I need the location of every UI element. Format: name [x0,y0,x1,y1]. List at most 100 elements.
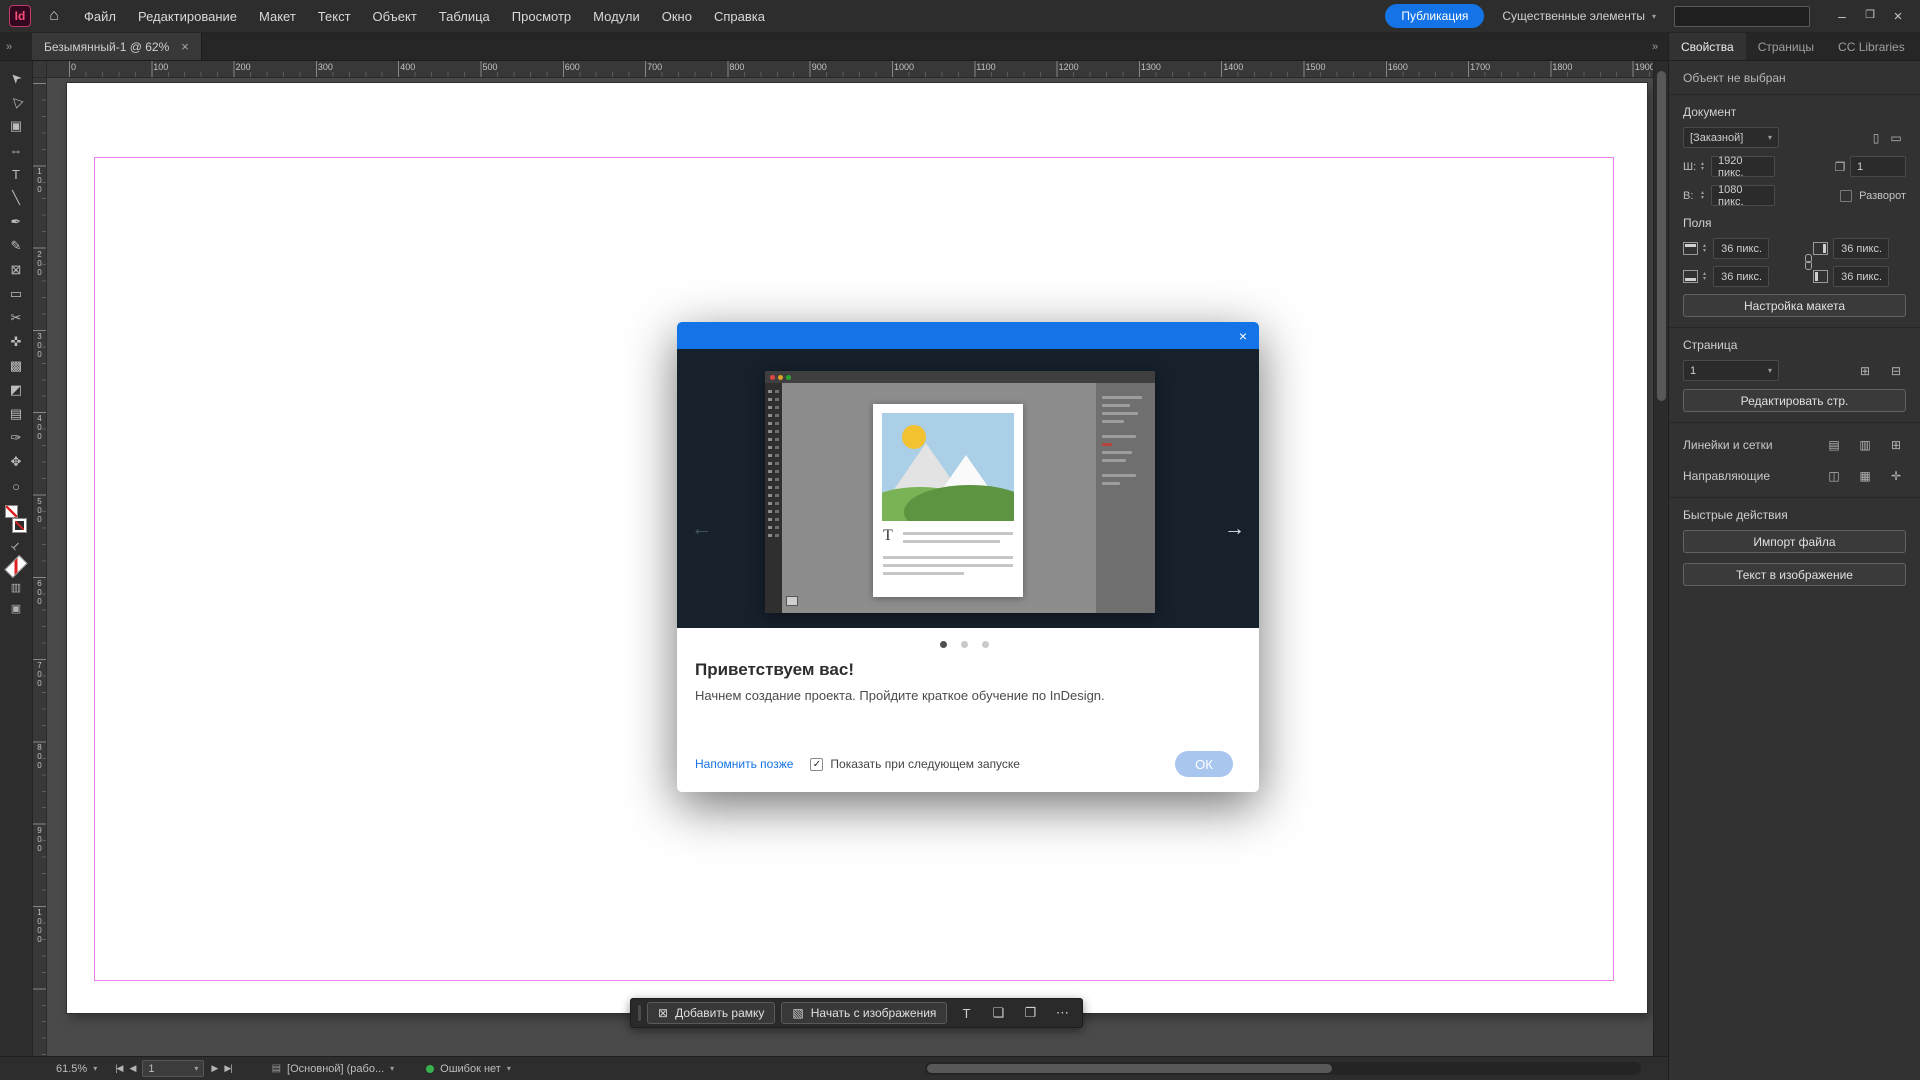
add-text-icon[interactable]: T [953,1002,979,1024]
page-count-field[interactable]: 1 [1850,156,1906,177]
apply-none-icon[interactable] [4,555,27,578]
document-tab[interactable]: Безымянный-1 @ 62% × [32,33,202,60]
landscape-orientation-icon[interactable]: ▭ [1886,128,1906,147]
page-number-field[interactable]: 1 ▾ [142,1060,204,1077]
height-spinner[interactable]: ▴ ▾ 1080 пикс. [1701,185,1775,206]
vertical-ruler[interactable]: 1002003004005006007008009001000 [33,78,47,1056]
carousel-dot-1[interactable] [961,641,968,648]
snap-guides-icon[interactable]: ✛ [1886,466,1906,485]
panel-tab-cc-libraries[interactable]: CC Libraries [1826,33,1917,60]
baseline-grid-icon[interactable]: ▥ [1855,435,1875,454]
close-window-icon[interactable]: × [1884,8,1912,25]
more-options-icon[interactable]: ⋯ [1049,1002,1075,1024]
margin-left-field[interactable]: 36 пикс. [1833,266,1889,287]
screen-mode-icon[interactable]: ▣ [4,598,28,619]
margin-top-field[interactable]: 36 пикс. [1713,238,1769,259]
menu-item-4[interactable]: Объект [362,0,428,33]
panel-tab-страницы[interactable]: Страницы [1746,33,1826,60]
maximize-icon[interactable]: ❒ [1856,8,1884,25]
portrait-orientation-icon[interactable]: ▯ [1866,128,1886,147]
expand-right-panel-icon[interactable]: » [1646,33,1664,60]
layout-settings-button[interactable]: Настройка макета [1683,294,1906,317]
fill-swatch-icon[interactable] [5,505,18,518]
line-tool[interactable]: ╲ [4,186,28,210]
expand-left-panel-icon[interactable]: » [0,33,18,60]
menu-item-0[interactable]: Файл [73,0,127,33]
dialog-titlebar[interactable]: × [677,322,1259,349]
spinner-arrows-icon[interactable]: ▴ ▾ [1701,191,1709,201]
carousel-dot-0[interactable] [940,641,947,648]
remind-later-link[interactable]: Напомнить позже [695,757,793,771]
spin-down-icon[interactable]: ▾ [1701,196,1709,201]
prev-page-button[interactable]: ◀ [129,1063,135,1074]
indesign-logo-icon[interactable]: Id [9,5,31,27]
last-page-button[interactable]: ▶| [224,1063,231,1074]
preview-mode-icon[interactable]: ▥ [4,577,28,598]
height-field[interactable]: 1080 пикс. [1711,185,1775,206]
spin-down-icon[interactable]: ▾ [1701,167,1709,172]
scissors-tool[interactable]: ✂ [4,306,28,330]
margin-bottom-field[interactable]: 36 пикс. [1713,266,1769,287]
pencil-tool[interactable]: ✎ [4,234,28,258]
panel-tab-свойства[interactable]: Свойства [1669,33,1746,60]
carousel-prev-icon[interactable]: ← [691,517,712,541]
show-on-startup-option[interactable]: ✓ Показать при следующем запуске [810,757,1020,771]
vertical-scrollbar-thumb[interactable] [1657,71,1666,401]
zoom-tool[interactable]: ○ [4,474,28,498]
page-icon[interactable]: ❏ [985,1002,1011,1024]
spinner-arrows-icon[interactable]: ▴ ▾ [1703,272,1711,282]
smart-guides-icon[interactable]: ▦ [1855,466,1875,485]
start-with-image-button[interactable]: ▧ Начать с изображения [781,1002,947,1024]
document-preset-dropdown[interactable]: [Заказной] ▾ [1683,127,1779,148]
menu-item-8[interactable]: Окно [651,0,703,33]
first-page-button[interactable]: |◀ [115,1063,122,1074]
minimize-icon[interactable]: – [1828,8,1856,25]
preflight-profile-menu[interactable]: ▤ [Основной] (рабо... ▾ [272,1063,395,1075]
rectangle-frame-tool[interactable]: ⊠ [4,258,28,282]
workspace-switcher[interactable]: Существенные элементы ▾ [1502,9,1656,23]
eyedropper-tool[interactable]: ✑ [4,426,28,450]
hand-tool[interactable]: ✥ [4,450,28,474]
text-to-image-button[interactable]: Текст в изображение [1683,563,1906,586]
margin-bottom-spinner[interactable]: ▴ ▾ 36 пикс. [1703,266,1769,287]
rectangle-tool[interactable]: ▭ [4,282,28,306]
vertical-scrollbar[interactable] [1653,61,1668,1056]
checkbox-checked-icon[interactable]: ✓ [810,758,823,771]
menu-item-7[interactable]: Модули [582,0,651,33]
menu-item-3[interactable]: Текст [307,0,362,33]
type-tool[interactable]: T [4,162,28,186]
pen-tool[interactable]: ✒ [4,210,28,234]
menu-item-5[interactable]: Таблица [428,0,501,33]
menu-item-2[interactable]: Макет [248,0,307,33]
drag-handle-icon[interactable] [638,1005,641,1021]
note-tool[interactable]: ▤ [4,402,28,426]
import-file-button[interactable]: Импорт файла [1683,530,1906,553]
publish-button[interactable]: Публикация [1385,4,1484,28]
margin-right-field[interactable]: 36 пикс. [1833,238,1889,259]
horizontal-scrollbar-thumb[interactable] [927,1064,1332,1073]
ok-button[interactable]: ОК [1175,751,1233,777]
margin-right-spinner[interactable]: 36 пикс. [1833,238,1889,259]
margin-left-spinner[interactable]: 36 пикс. [1833,266,1889,287]
gap-tool[interactable]: ⇔ [4,138,28,162]
delete-page-icon[interactable]: ⊟ [1886,361,1906,380]
carousel-next-icon[interactable]: → [1224,517,1245,541]
menu-item-6[interactable]: Просмотр [501,0,582,33]
spin-down-icon[interactable]: ▾ [1703,277,1711,282]
width-spinner[interactable]: ▴ ▾ 1920 пикс. [1701,156,1775,177]
margin-top-spinner[interactable]: ▴ ▾ 36 пикс. [1703,238,1769,259]
page-select-dropdown[interactable]: 1 ▾ [1683,360,1779,381]
show-rulers-icon[interactable]: ▤ [1824,435,1844,454]
next-page-button[interactable]: ▶ [211,1063,217,1074]
add-page-icon[interactable]: ⊞ [1855,361,1875,380]
spinner-arrows-icon[interactable]: ▴ ▾ [1703,244,1711,254]
lock-guides-icon[interactable]: ◫ [1824,466,1844,485]
facing-pages-checkbox[interactable] [1840,190,1852,202]
document-grid-icon[interactable]: ⊞ [1886,435,1906,454]
preflight-status[interactable]: Ошибок нет ▾ [426,1063,511,1075]
add-frame-button[interactable]: ⊠ Добавить рамку [647,1002,775,1024]
carousel-dot-2[interactable] [982,641,989,648]
menu-item-9[interactable]: Справка [703,0,776,33]
ruler-origin[interactable] [33,61,47,78]
home-icon[interactable]: ⌂ [39,7,69,25]
